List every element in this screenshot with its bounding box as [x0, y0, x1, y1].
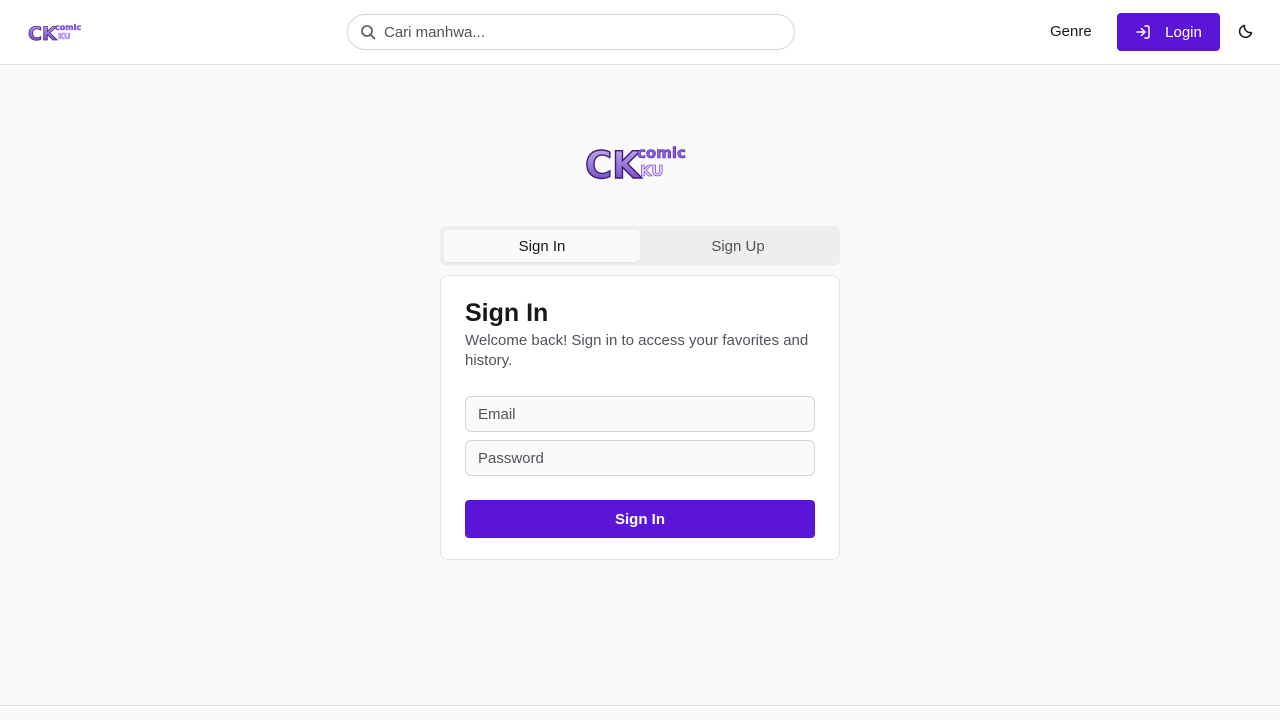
site-logo[interactable]: CK comic KU	[28, 20, 84, 46]
svg-text:CK: CK	[585, 144, 642, 184]
top-header: CK comic KU Genre Login	[0, 0, 1280, 65]
svg-text:KU: KU	[640, 162, 664, 180]
main-logo: CK comic KU	[584, 140, 694, 187]
search-icon	[360, 24, 376, 40]
sign-in-card: Sign In Welcome back! Sign in to access …	[440, 275, 840, 560]
card-title: Sign In	[465, 299, 549, 327]
search-input[interactable]	[384, 15, 784, 49]
footer-divider	[0, 705, 1280, 706]
login-button[interactable]: Login	[1117, 13, 1220, 51]
tab-sign-in[interactable]: Sign In	[444, 230, 640, 262]
auth-tabs: Sign In Sign Up	[440, 226, 840, 266]
svg-text:CK: CK	[28, 23, 58, 44]
password-field[interactable]	[465, 440, 815, 476]
theme-toggle-button[interactable]	[1234, 20, 1258, 44]
moon-icon	[1238, 23, 1254, 42]
email-field[interactable]	[465, 396, 815, 432]
card-description: Welcome back! Sign in to access your fav…	[465, 332, 809, 369]
nav-genre-link[interactable]: Genre	[1050, 20, 1092, 44]
svg-text:comic: comic	[637, 144, 686, 162]
svg-text:comic: comic	[55, 23, 81, 32]
login-button-label: Login	[1165, 23, 1202, 41]
svg-text:KU: KU	[58, 32, 71, 41]
tab-sign-up[interactable]: Sign Up	[640, 230, 836, 262]
search-bar[interactable]	[347, 14, 795, 50]
sign-in-button[interactable]: Sign In	[465, 500, 815, 538]
log-in-icon	[1135, 24, 1151, 40]
